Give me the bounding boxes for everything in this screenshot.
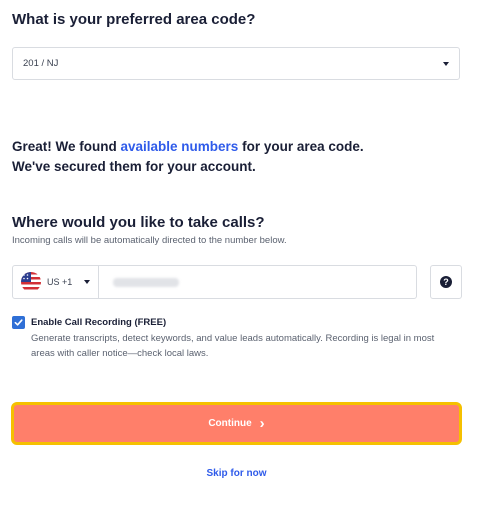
take-calls-question: Where would you like to take calls? — [12, 214, 265, 231]
phone-number-field: US +1 — [12, 265, 417, 299]
available-numbers-link[interactable]: available numbers — [121, 139, 239, 154]
call-recording-checkbox[interactable] — [12, 316, 25, 329]
call-recording-description: Generate transcripts, detect keywords, a… — [31, 333, 435, 359]
secured-text: We've secured them for your account. — [12, 159, 256, 174]
area-code-select[interactable]: 201 / NJ — [12, 47, 460, 80]
us-flag-icon — [21, 272, 41, 292]
found-text-suffix: for your area code. — [238, 139, 364, 154]
caret-down-icon — [443, 61, 449, 66]
area-code-question: What is your preferred area code? — [12, 11, 256, 28]
call-recording-title[interactable]: Enable Call Recording (FREE) — [31, 317, 166, 328]
help-button[interactable]: ? — [430, 265, 462, 299]
chevron-right-icon: › — [259, 414, 265, 432]
country-code-label: US +1 — [47, 277, 73, 287]
continue-label: Continue — [208, 418, 252, 429]
area-code-selected-value: 201 / NJ — [23, 58, 59, 69]
question-circle-icon: ? — [440, 276, 452, 288]
country-caret-down-icon — [84, 280, 91, 284]
take-calls-subtitle: Incoming calls will be automatically dir… — [12, 235, 287, 246]
phone-number-input[interactable] — [113, 277, 180, 287]
found-text-prefix: Great! We found — [12, 139, 121, 154]
continue-button[interactable]: Continue › — [11, 402, 462, 445]
checkmark-icon — [14, 319, 23, 326]
numbers-found-message: Great! We found available numbers for yo… — [12, 137, 364, 177]
country-code-select[interactable]: US +1 — [13, 266, 100, 298]
skip-for-now-link[interactable]: Skip for now — [0, 468, 473, 479]
